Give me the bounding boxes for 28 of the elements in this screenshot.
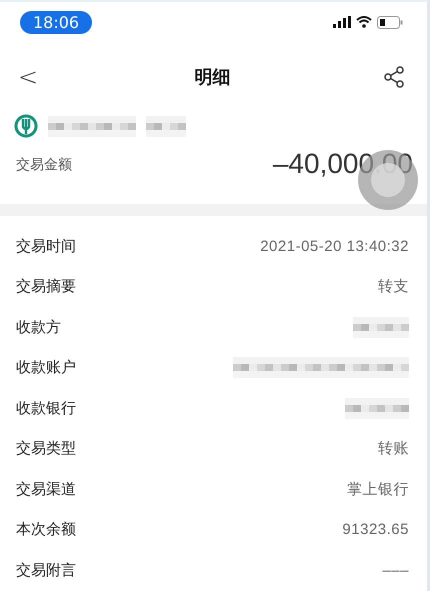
battery-icon	[377, 16, 403, 28]
detail-value: 转账	[378, 439, 409, 458]
signal-icon	[333, 16, 351, 28]
amount-label: 交易金额	[16, 156, 72, 174]
detail-label: 交易渠道	[16, 480, 76, 499]
detail-label: 交易摘要	[16, 277, 76, 296]
detail-label: 交易附言	[16, 560, 76, 580]
detail-label: 交易类型	[16, 439, 76, 458]
detail-label: 收款银行	[16, 398, 76, 418]
back-button[interactable]: <	[14, 63, 42, 91]
detail-label: 收款方	[16, 318, 61, 337]
detail-value: –––	[382, 562, 409, 579]
pixelated-text	[353, 316, 409, 338]
pixelated-text	[345, 398, 409, 419]
detail-value: 2021-05-20 13:40:32	[260, 238, 409, 255]
share-icon[interactable]	[382, 66, 405, 88]
detail-value: 掌上银行	[347, 480, 409, 499]
detail-label: 交易时间	[16, 236, 76, 256]
page-title: 明细	[194, 66, 231, 89]
status-time: 18:06	[20, 10, 92, 34]
bank-logo-icon	[14, 114, 38, 138]
amount-value: –40,000.00	[272, 148, 413, 180]
wifi-icon	[356, 16, 372, 28]
detail-value: 转支	[378, 277, 409, 296]
detail-label: 本次余额	[16, 520, 76, 540]
detail-value: 91323.65	[342, 521, 409, 538]
detail-label: 收款账户	[16, 358, 76, 378]
pixelated-text	[146, 116, 186, 136]
